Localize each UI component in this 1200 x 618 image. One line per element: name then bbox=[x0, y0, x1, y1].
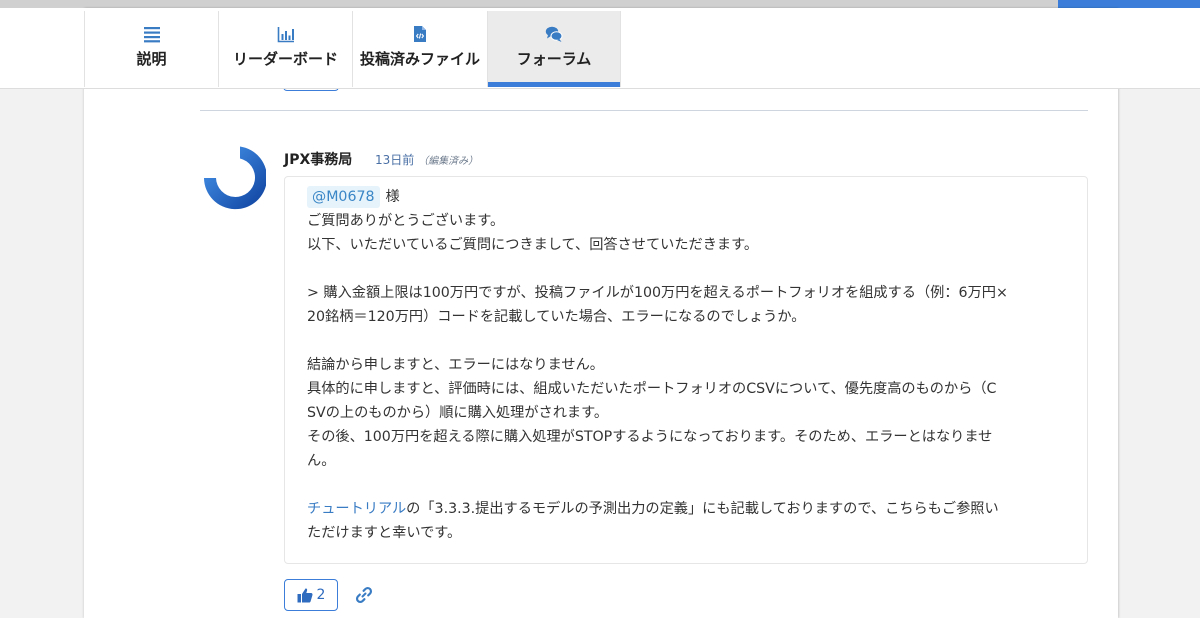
permalink-icon[interactable] bbox=[354, 585, 374, 605]
post-line: ご質問ありがとうございます。 bbox=[307, 213, 505, 229]
edited-label: （編集済み） bbox=[418, 156, 479, 167]
post-timestamp: 13日前 （編集済み） bbox=[375, 151, 478, 168]
tab-bar: 説明 リーダーボード 投稿済みファイル フォーラム bbox=[0, 8, 1200, 89]
user-mention[interactable]: @M0678 bbox=[307, 186, 380, 208]
post-line bbox=[307, 329, 1065, 353]
tab-label: フォーラム bbox=[516, 50, 592, 68]
post-line: SVの上のものから）順に購入処理がされます。 bbox=[307, 405, 609, 421]
post-greeting: @M0678 様 bbox=[307, 185, 1065, 209]
avatar bbox=[204, 146, 266, 210]
salutation: 様 bbox=[385, 189, 400, 205]
post-line: 結論から申しますと、エラーにはなりません。 bbox=[307, 357, 604, 373]
like-count: 2 bbox=[316, 587, 326, 603]
like-button[interactable]: 2 bbox=[284, 579, 338, 611]
post-author[interactable]: JPX事務局 bbox=[284, 149, 352, 169]
tutorial-link[interactable]: チュートリアル bbox=[307, 501, 406, 517]
post-time: 13日前 bbox=[375, 153, 415, 167]
top-strip-accent bbox=[1058, 0, 1200, 8]
top-strip bbox=[0, 0, 1200, 8]
tab-leaderboard[interactable]: リーダーボード bbox=[218, 11, 352, 87]
tab-description[interactable]: 説明 bbox=[84, 11, 218, 87]
tab-label: 投稿済みファイル bbox=[359, 50, 480, 68]
post-line bbox=[307, 473, 1065, 497]
list-icon bbox=[143, 27, 160, 43]
post-line: 具体的に申しますと、評価時には、組成いただいたポートフォリオのCSVについて、優… bbox=[307, 381, 997, 397]
post-line: ん。 bbox=[307, 453, 336, 469]
post-body: @M0678 様 ご質問ありがとうございます。 以下、いただいているご質問につきま… bbox=[284, 176, 1088, 564]
post-line bbox=[307, 257, 1065, 281]
bar-chart-icon bbox=[277, 27, 294, 43]
post-closing: ただけますと幸いです。 bbox=[307, 525, 462, 541]
tutorial-line-text: の「3.3.3.提出するモデルの予測出力の定義」にも記載しておりますので、こちら… bbox=[406, 501, 999, 517]
code-file-icon bbox=[414, 26, 426, 42]
post-line: > 購入金額上限は100万円ですが、投稿ファイルが100万円を超えるポートフォリ… bbox=[307, 285, 1008, 301]
thumbs-up-icon bbox=[297, 588, 313, 603]
chat-bubbles-icon bbox=[545, 26, 563, 42]
post-line: その後、100万円を超える際に購入処理がSTOPするようになっております。そのた… bbox=[307, 429, 993, 445]
post-line: 20銘柄＝120万円）コードを記載していた場合、エラーになるのでしょうか。 bbox=[307, 309, 806, 325]
tab-label: 説明 bbox=[136, 50, 167, 68]
post-tutorial-line: チュートリアルの「3.3.3.提出するモデルの予測出力の定義」にも記載しておりま… bbox=[307, 497, 1065, 521]
tab-forum[interactable]: フォーラム bbox=[487, 11, 621, 87]
tab-submitted-files[interactable]: 投稿済みファイル bbox=[352, 11, 487, 87]
post-line: 以下、いただいているご質問につきまして、回答させていただきます。 bbox=[307, 237, 759, 253]
post-divider bbox=[200, 110, 1088, 111]
tab-label: リーダーボード bbox=[232, 50, 338, 68]
post-lines: ご質問ありがとうございます。 以下、いただいているご質問につきまして、回答させて… bbox=[307, 209, 1065, 497]
